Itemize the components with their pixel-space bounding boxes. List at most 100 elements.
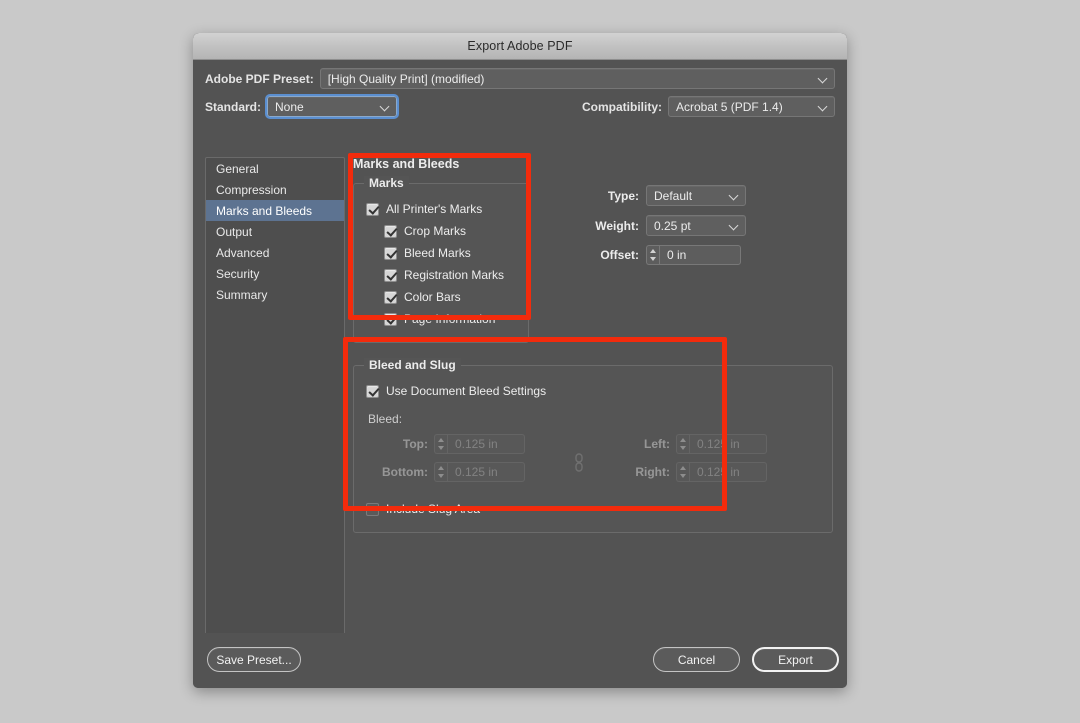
chevron-down-icon (819, 74, 828, 83)
dialog-footer: Save Preset... Cancel Export (193, 633, 847, 688)
compatibility-select[interactable]: Acrobat 5 (PDF 1.4) (668, 96, 835, 117)
bleed-left-value: 0.125 in (697, 437, 740, 451)
cancel-label: Cancel (677, 652, 716, 667)
sidebar-item-advanced[interactable]: Advanced (206, 242, 344, 263)
settings-category-list[interactable]: General Compression Marks and Bleeds Out… (205, 157, 345, 676)
sidebar-item-label: Compression (216, 182, 287, 197)
weight-value: 0.25 pt (654, 218, 691, 233)
checkbox-label: Page Information (404, 312, 496, 326)
type-label: Type: (607, 188, 639, 203)
type-row: Type: Default (583, 185, 833, 206)
sidebar-item-label: Security (216, 266, 260, 281)
checkbox-icon[interactable] (384, 268, 397, 282)
checkbox-label: Use Document Bleed Settings (386, 384, 547, 398)
weight-select[interactable]: 0.25 pt (646, 215, 746, 236)
sidebar-item-general[interactable]: General (206, 158, 344, 179)
bleed-top-stepper (434, 434, 447, 454)
checkbox-icon[interactable] (384, 312, 397, 326)
bleed-left-stepper (676, 434, 689, 454)
type-value: Default (654, 188, 693, 203)
checkbox-registration-marks[interactable]: Registration Marks (366, 264, 516, 286)
marks-options-column: Type: Default Weight: 0.25 pt Offset: 0 … (583, 185, 833, 274)
offset-label: Offset: (600, 248, 639, 262)
type-select[interactable]: Default (646, 185, 746, 206)
bleed-top-row: Top: 0.125 in (366, 434, 556, 454)
bleed-group-legend: Bleed and Slug (364, 358, 461, 372)
checkbox-icon[interactable] (366, 384, 379, 398)
bleed-right-value: 0.125 in (697, 465, 740, 479)
checkbox-label: Include Slug Area (386, 502, 481, 516)
sidebar-item-marks-and-bleeds[interactable]: Marks and Bleeds (206, 200, 344, 221)
save-preset-button[interactable]: Save Preset... (207, 647, 301, 672)
bleed-section-label: Bleed: (368, 412, 403, 426)
adobe-pdf-preset-select[interactable]: [High Quality Print] (modified) (319, 68, 835, 89)
bleed-right-row: Right: 0.125 in (608, 462, 798, 482)
sidebar-item-output[interactable]: Output (206, 221, 344, 242)
bleed-left-column: Top: 0.125 in Bottom: 0.125 in (366, 434, 556, 490)
bleed-left-row: Left: 0.125 in (608, 434, 798, 454)
checkbox-label: All Printer's Marks (386, 202, 483, 216)
preset-row: Adobe PDF Preset: [High Quality Print] (… (205, 68, 835, 89)
standard-label: Standard: (205, 99, 262, 114)
chevron-down-icon (381, 102, 390, 111)
export-adobe-pdf-dialog: Export Adobe PDF Adobe PDF Preset: [High… (193, 33, 847, 688)
sidebar-item-label: Summary (216, 287, 268, 302)
bleed-right-stepper (676, 462, 689, 482)
weight-row: Weight: 0.25 pt (583, 215, 833, 236)
bleed-right-column: Left: 0.125 in Right: 0.125 in (608, 434, 798, 490)
chevron-down-icon (730, 191, 739, 200)
sidebar-item-label: Output (216, 224, 253, 239)
cancel-button[interactable]: Cancel (653, 647, 740, 672)
checkbox-icon[interactable] (366, 202, 379, 216)
dialog-titlebar: Export Adobe PDF (193, 33, 847, 60)
checkbox-crop-marks[interactable]: Crop Marks (366, 220, 516, 242)
standard-select[interactable]: None (265, 94, 400, 119)
checkbox-include-slug-area[interactable]: Include Slug Area (366, 498, 820, 520)
checkbox-icon[interactable] (366, 502, 379, 516)
chevron-down-icon (819, 102, 828, 111)
bleed-values-grid: Top: 0.125 in Bottom: 0.125 in Left: 0.1… (366, 434, 820, 490)
sidebar-item-compression[interactable]: Compression (206, 179, 344, 200)
bleed-left-input: 0.125 in (689, 434, 767, 454)
sidebar-item-label: Marks and Bleeds (216, 203, 313, 218)
checkbox-page-information[interactable]: Page Information (366, 308, 516, 330)
offset-stepper[interactable] (646, 245, 659, 265)
checkbox-icon[interactable] (384, 224, 397, 238)
checkbox-all-printers-marks[interactable]: All Printer's Marks (366, 198, 516, 220)
chevron-down-icon (730, 221, 739, 230)
sidebar-item-label: General (216, 161, 259, 176)
checkbox-icon[interactable] (384, 290, 397, 304)
page-title: Marks and Bleeds (353, 157, 460, 171)
dialog-title: Export Adobe PDF (467, 39, 573, 53)
export-button[interactable]: Export (752, 647, 839, 672)
marks-group: Marks All Printer's Marks Crop Marks Ble… (353, 176, 529, 343)
sidebar-item-summary[interactable]: Summary (206, 284, 344, 305)
standard-compat-row: Standard: None Compatibility: Acrobat 5 … (205, 94, 835, 119)
export-label: Export (778, 652, 813, 667)
marks-group-legend: Marks (364, 176, 409, 190)
checkbox-color-bars[interactable]: Color Bars (366, 286, 516, 308)
adobe-pdf-preset-value: [High Quality Print] (modified) (327, 71, 485, 86)
offset-value: 0 in (667, 248, 687, 262)
preset-header-area: Adobe PDF Preset: [High Quality Print] (… (193, 60, 847, 123)
checkbox-icon[interactable] (384, 246, 397, 260)
offset-input[interactable]: 0 in (659, 245, 741, 265)
checkbox-use-document-bleed-settings[interactable]: Use Document Bleed Settings (366, 380, 820, 402)
bleed-and-slug-group: Bleed and Slug Use Document Bleed Settin… (353, 358, 833, 533)
checkbox-label: Crop Marks (404, 224, 467, 238)
offset-row: Offset: 0 in (583, 245, 833, 265)
compatibility-label: Compatibility: (582, 99, 662, 114)
bleed-top-input: 0.125 in (447, 434, 525, 454)
bleed-bottom-stepper (434, 462, 447, 482)
bleed-right-input: 0.125 in (689, 462, 767, 482)
bleed-bottom-label: Bottom: (382, 465, 428, 479)
bleed-bottom-value: 0.125 in (455, 465, 498, 479)
panel-content: Marks and Bleeds Marks All Printer's Mar… (351, 157, 835, 533)
sidebar-item-security[interactable]: Security (206, 263, 344, 284)
dialog-body: General Compression Marks and Bleeds Out… (193, 151, 847, 676)
preset-label: Adobe PDF Preset: (205, 71, 314, 86)
checkbox-bleed-marks[interactable]: Bleed Marks (366, 242, 516, 264)
bleed-right-label: Right: (635, 465, 670, 479)
compatibility-value: Acrobat 5 (PDF 1.4) (676, 99, 783, 114)
bleed-bottom-input: 0.125 in (447, 462, 525, 482)
